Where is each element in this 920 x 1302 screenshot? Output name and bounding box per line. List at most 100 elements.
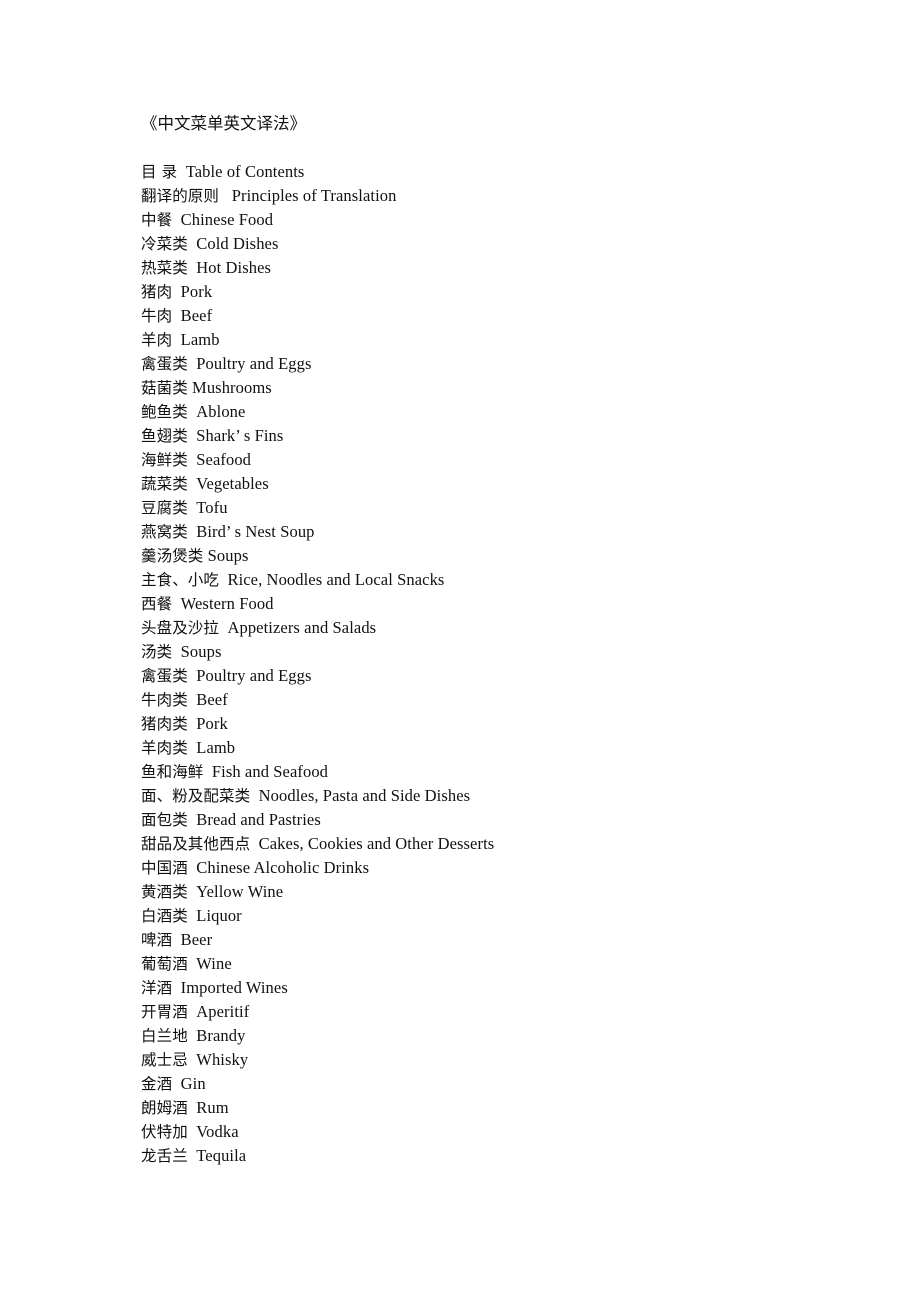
toc-entry-chinese: 冷菜类: [141, 235, 188, 253]
toc-entry-english: Vegetables: [196, 474, 269, 493]
toc-entry[interactable]: 猪肉类 Pork: [141, 712, 861, 736]
toc-entry-chinese: 蔬菜类: [141, 475, 188, 493]
toc-entry-separator: [250, 834, 258, 853]
toc-entry-chinese: 主食、小吃: [141, 571, 220, 589]
toc-entry[interactable]: 禽蛋类 Poultry and Eggs: [141, 664, 861, 688]
toc-entry-chinese: 羹汤煲类: [141, 547, 204, 565]
toc-entry-english: Pork: [180, 282, 213, 301]
toc-entry[interactable]: 汤类 Soups: [141, 640, 861, 664]
toc-entry-chinese: 牛肉: [141, 307, 173, 325]
toc-entry[interactable]: 啤酒 Beer: [141, 928, 861, 952]
toc-entry[interactable]: 牛肉类 Beef: [141, 688, 861, 712]
toc-entry-separator: [172, 978, 180, 997]
toc-entry-separator: [188, 258, 196, 277]
toc-entry[interactable]: 开胃酒 Aperitif: [141, 1000, 861, 1024]
toc-entry[interactable]: 豆腐类 Tofu: [141, 496, 861, 520]
toc-entry[interactable]: 翻译的原则 Principles of Translation: [141, 184, 861, 208]
toc-entry-chinese: 啤酒: [141, 931, 173, 949]
toc-entry[interactable]: 中国酒 Chinese Alcoholic Drinks: [141, 856, 861, 880]
toc-entry-chinese: 开胃酒: [141, 1003, 188, 1021]
table-of-contents-list: 目 录 Table of Contents 翻译的原则 Principles of…: [141, 160, 861, 1168]
document-page: 《中文菜单英文译法》 目 录 Table of Contents 翻译的原则 Pr…: [0, 0, 920, 1302]
toc-entry[interactable]: 面包类 Bread and Pastries: [141, 808, 861, 832]
toc-entry[interactable]: 鱼翅类 Shark’ s Fins: [141, 424, 861, 448]
toc-entry-separator: [188, 354, 196, 373]
toc-entry[interactable]: 白兰地 Brandy: [141, 1024, 861, 1048]
toc-entry-chinese: 鱼翅类: [141, 427, 188, 445]
toc-entry[interactable]: 头盘及沙拉 Appetizers and Salads: [141, 616, 861, 640]
toc-entry[interactable]: 牛肉 Beef: [141, 304, 861, 328]
toc-entry-separator: [172, 594, 180, 613]
toc-entry-english: Imported Wines: [180, 978, 288, 997]
toc-entry[interactable]: 黄酒类 Yellow Wine: [141, 880, 861, 904]
toc-entry[interactable]: 菇菌类 Mushrooms: [141, 376, 861, 400]
toc-entry-separator: [188, 402, 196, 421]
toc-entry-english: Beer: [180, 930, 213, 949]
toc-entry[interactable]: 主食、小吃 Rice, Noodles and Local Snacks: [141, 568, 861, 592]
toc-entry-separator: [188, 1098, 196, 1117]
toc-entry-english: Beef: [196, 690, 228, 709]
toc-entry[interactable]: 朗姆酒 Rum: [141, 1096, 861, 1120]
toc-entry[interactable]: 羹汤煲类 Soups: [141, 544, 861, 568]
toc-entry[interactable]: 燕窝类 Bird’ s Nest Soup: [141, 520, 861, 544]
toc-entry-english: Vodka: [196, 1122, 239, 1141]
toc-entry[interactable]: 中餐 Chinese Food: [141, 208, 861, 232]
toc-entry[interactable]: 禽蛋类 Poultry and Eggs: [141, 352, 861, 376]
toc-entry-chinese: 西餐: [141, 595, 173, 613]
toc-entry-english: Western Food: [180, 594, 274, 613]
toc-entry-english: Soups: [180, 642, 222, 661]
toc-entry-chinese: 羊肉类: [141, 739, 188, 757]
toc-entry-english: Shark’ s Fins: [196, 426, 284, 445]
toc-entry[interactable]: 威士忌 Whisky: [141, 1048, 861, 1072]
toc-entry-separator: [188, 738, 196, 757]
toc-entry-english: Mushrooms: [192, 378, 272, 397]
toc-entry-chinese: 燕窝类: [141, 523, 188, 541]
toc-entry-separator: [188, 450, 196, 469]
toc-entry-chinese: 汤类: [141, 643, 173, 661]
toc-entry-english: Cold Dishes: [196, 234, 279, 253]
toc-entry[interactable]: 鲍鱼类 Ablone: [141, 400, 861, 424]
toc-entry-chinese: 牛肉类: [141, 691, 188, 709]
toc-entry-english: Rum: [196, 1098, 229, 1117]
toc-entry-separator: [172, 306, 180, 325]
toc-entry[interactable]: 面、粉及配菜类 Noodles, Pasta and Side Dishes: [141, 784, 861, 808]
toc-entry[interactable]: 蔬菜类 Vegetables: [141, 472, 861, 496]
toc-entry-english: Ablone: [196, 402, 246, 421]
toc-entry[interactable]: 伏特加 Vodka: [141, 1120, 861, 1144]
toc-entry-separator: [188, 1002, 196, 1021]
toc-entry[interactable]: 羊肉类 Lamb: [141, 736, 861, 760]
toc-entry-separator: [219, 186, 232, 205]
toc-entry[interactable]: 海鲜类 Seafood: [141, 448, 861, 472]
toc-entry[interactable]: 鱼和海鲜 Fish and Seafood: [141, 760, 861, 784]
toc-entry-separator: [188, 882, 196, 901]
toc-entry[interactable]: 目 录 Table of Contents: [141, 160, 861, 184]
toc-entry[interactable]: 葡萄酒 Wine: [141, 952, 861, 976]
toc-entry[interactable]: 白酒类 Liquor: [141, 904, 861, 928]
toc-entry-chinese: 豆腐类: [141, 499, 188, 517]
toc-entry-separator: [188, 690, 196, 709]
toc-entry[interactable]: 金酒 Gin: [141, 1072, 861, 1096]
toc-entry[interactable]: 龙舌兰 Tequila: [141, 1144, 861, 1168]
toc-entry[interactable]: 洋酒 Imported Wines: [141, 976, 861, 1000]
toc-entry-separator: [188, 1026, 196, 1045]
toc-entry-english: Noodles, Pasta and Side Dishes: [258, 786, 471, 805]
toc-entry-separator: [188, 234, 196, 253]
toc-entry-chinese: 禽蛋类: [141, 667, 188, 685]
toc-entry-chinese: 面、粉及配菜类: [141, 787, 251, 805]
toc-entry-chinese: 甜品及其他西点: [141, 835, 251, 853]
toc-entry-chinese: 海鲜类: [141, 451, 188, 469]
toc-entry[interactable]: 甜品及其他西点 Cakes, Cookies and Other Dessert…: [141, 832, 861, 856]
toc-entry[interactable]: 冷菜类 Cold Dishes: [141, 232, 861, 256]
toc-entry-separator: [172, 330, 180, 349]
toc-entry-english: Yellow Wine: [196, 882, 284, 901]
toc-entry[interactable]: 羊肉 Lamb: [141, 328, 861, 352]
toc-entry-english: Table of Contents: [185, 162, 305, 181]
toc-entry[interactable]: 热菜类 Hot Dishes: [141, 256, 861, 280]
toc-entry-separator: [172, 642, 180, 661]
toc-entry-chinese: 鲍鱼类: [141, 403, 188, 421]
toc-entry-chinese: 目 录: [141, 163, 178, 181]
toc-entry[interactable]: 猪肉 Pork: [141, 280, 861, 304]
toc-entry-separator: [172, 1074, 180, 1093]
toc-entry-separator: [188, 954, 196, 973]
toc-entry[interactable]: 西餐 Western Food: [141, 592, 861, 616]
